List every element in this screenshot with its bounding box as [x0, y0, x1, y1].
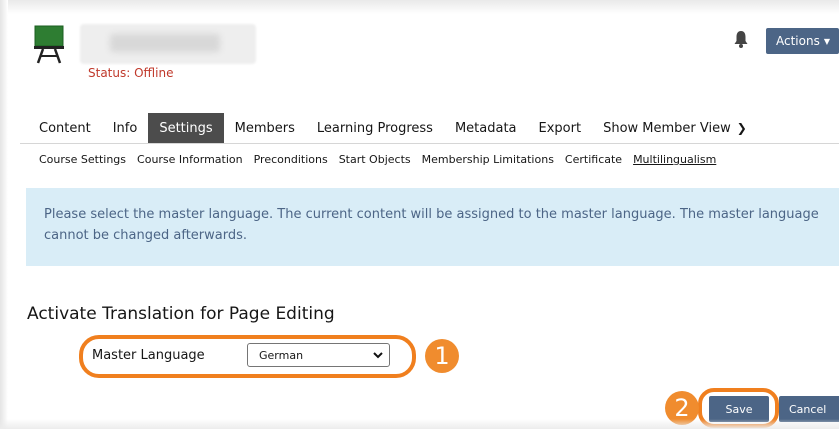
chevron-right-icon: ❯	[736, 121, 747, 135]
info-message: Please select the master language. The c…	[26, 188, 839, 266]
subtab-course-settings[interactable]: Course Settings	[39, 153, 126, 166]
tab-metadata[interactable]: Metadata	[444, 113, 528, 143]
window-left-edge	[0, 0, 8, 429]
caret-down-icon: ▼	[823, 36, 830, 46]
subtab-certificate[interactable]: Certificate	[565, 153, 622, 166]
tabs-divider	[20, 143, 839, 144]
subtab-course-information[interactable]: Course Information	[137, 153, 243, 166]
form-title: Activate Translation for Page Editing	[27, 304, 335, 324]
subtab-multilingualism[interactable]: Multilingualism	[633, 153, 716, 166]
tab-settings[interactable]: Settings	[148, 113, 224, 143]
subtab-preconditions[interactable]: Preconditions	[254, 153, 328, 166]
subtab-membership-limitations[interactable]: Membership Limitations	[422, 153, 554, 166]
tab-info[interactable]: Info	[102, 113, 149, 143]
sub-tabs: Course Settings Course Information Preco…	[39, 153, 727, 166]
tab-show-member-view[interactable]: Show Member View ❯	[592, 113, 758, 143]
master-language-highlight	[79, 335, 416, 378]
tab-content[interactable]: Content	[28, 113, 102, 143]
window-bottom-edge	[0, 419, 839, 429]
subtab-start-objects[interactable]: Start Objects	[339, 153, 411, 166]
step-1-badge: 1	[425, 339, 459, 373]
bell-icon[interactable]	[734, 30, 748, 48]
course-board-icon	[34, 25, 64, 64]
actions-label: Actions	[776, 34, 820, 48]
course-title-redacted	[80, 24, 256, 64]
tab-learning-progress[interactable]: Learning Progress	[306, 113, 444, 143]
window-top-edge	[0, 0, 839, 14]
main-tabs: Content Info Settings Members Learning P…	[28, 113, 758, 143]
tab-export[interactable]: Export	[528, 113, 593, 143]
actions-dropdown-button[interactable]: Actions ▼	[766, 28, 839, 54]
status-text: Status: Offline	[88, 66, 174, 80]
tab-members[interactable]: Members	[224, 113, 306, 143]
